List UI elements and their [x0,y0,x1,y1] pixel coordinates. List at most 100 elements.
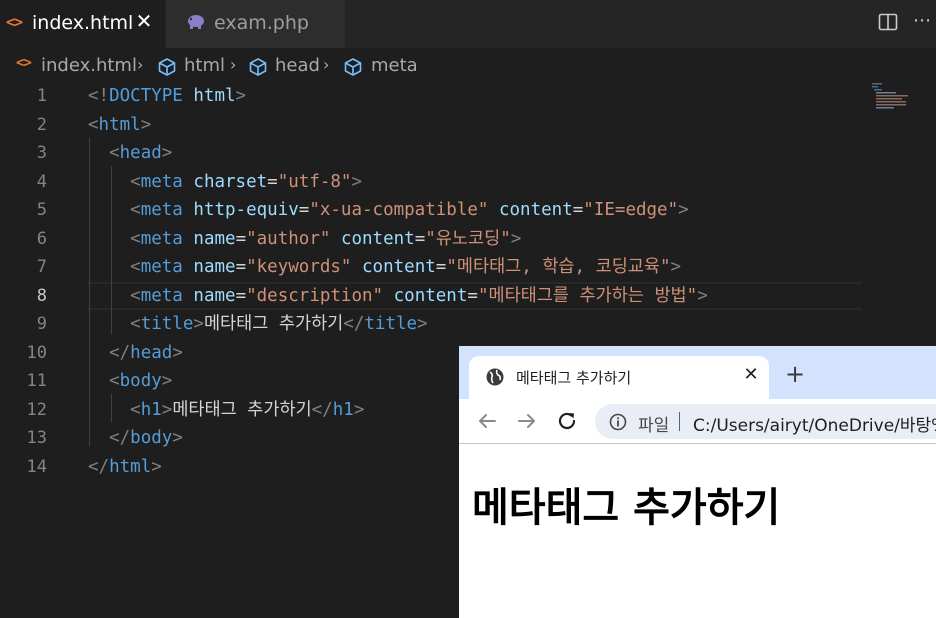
globe-icon [486,368,504,386]
line-number: 6 [36,228,47,249]
line-number: 8 [36,285,47,306]
browser-tab-strip: 메타태그 추가하기 ✕ + [459,346,936,399]
browser-tab-title: 메타태그 추가하기 [516,369,632,387]
info-icon[interactable] [608,412,628,432]
code-token: > [193,314,204,334]
breadcrumb-item-html[interactable]: html [184,55,225,76]
code-token: > [417,314,428,334]
code-text: <h1>메타태그 추가하기</h1> [88,396,364,424]
address-url[interactable]: C:/Users/airyt/OneDrive/바탕% [693,411,936,436]
code-line[interactable]: 6 <meta name="author" content="유노코딩"> [0,225,862,253]
code-token: > [161,143,173,163]
browser-window: 메타태그 추가하기 ✕ + 파일 C:/Users/airyt/OneDrive… [459,346,936,618]
code-token: < [130,285,141,306]
code-token: </ [343,314,365,334]
code-token: > [151,456,162,477]
code-text: </body> [88,424,183,452]
code-token: = [235,228,247,249]
code-token: html [193,86,236,106]
breadcrumb-file[interactable]: index.html [41,55,137,76]
code-token: < [109,371,120,391]
code-token: < [130,228,141,249]
address-divider [679,412,680,431]
code-token: 메타태그 추가하기 [172,399,312,420]
breadcrumb-item-meta[interactable]: meta [371,55,418,76]
code-line[interactable]: 1 <!DOCTYPE html> [0,82,862,110]
back-arrow-icon[interactable] [476,410,498,432]
code-token: "author" [246,228,331,249]
code-token: content [498,200,573,220]
breadcrumb-item-head[interactable]: head [275,55,320,76]
code-token: > [697,285,708,306]
close-icon[interactable]: ✕ [134,10,154,32]
code-token: </ [311,399,333,420]
line-number: 11 [26,371,47,391]
line-number: 1 [36,86,47,106]
line-number: 10 [26,342,47,363]
forward-arrow-icon[interactable] [516,410,538,432]
code-token: > [161,399,173,420]
code-token: head [130,342,173,363]
code-token: < [130,257,141,277]
code-token: > [670,257,682,277]
reload-icon[interactable] [556,410,578,432]
code-token: > [678,200,689,220]
code-token: = [298,200,310,220]
code-text: </html> [88,453,162,481]
code-text: <html> [88,111,151,139]
code-token: meta [140,200,183,220]
code-token: </ [109,428,131,448]
code-token: "메타태그, 학습, 코딩교육" [446,257,671,277]
line-number: 13 [26,428,47,448]
line-number: 7 [36,257,47,277]
code-text: <head> [88,139,172,167]
minimap[interactable] [870,82,910,112]
code-token: "utf-8" [277,171,352,192]
code-line[interactable]: 9 <title>메타태그 추가하기</title> [0,310,862,338]
code-text: </head> [88,339,183,367]
code-line[interactable]: 7 <meta name="keywords" content="메타태그, 학… [0,253,862,281]
code-token: > [235,86,247,106]
code-token: meta [140,171,183,192]
code-token: charset [193,171,268,192]
code-token: meta [140,228,183,249]
code-token: html [109,456,152,477]
code-token: = [235,285,247,306]
code-line[interactable]: 8 <meta name="description" content="메타태그… [0,282,862,310]
breadcrumb: <> index.html › html › head › meta [0,50,936,82]
code-token: < [130,314,141,334]
code-token: = [235,257,247,277]
code-text: <meta http-equiv="x-ua-compatible" conte… [88,196,689,224]
code-token: > [140,114,152,135]
tab-label: index.html [32,12,134,34]
line-number: 3 [36,143,47,163]
new-tab-button[interactable]: + [785,362,805,386]
code-token: 메타태그 추가하기 [203,314,344,334]
tab-index-html[interactable]: <> index.html ✕ [0,0,165,48]
code-token: < [130,171,141,192]
code-token: </ [88,456,110,477]
code-line[interactable]: 4 <meta charset="utf-8"> [0,168,862,196]
split-editor-icon[interactable] [878,12,898,32]
code-line[interactable]: 5 <meta http-equiv="x-ua-compatible" con… [0,196,862,224]
code-line[interactable]: 2 <html> [0,111,862,139]
line-number: 14 [26,456,47,477]
line-number: 12 [26,399,47,420]
tab-exam-php[interactable]: exam.php [166,0,345,48]
code-token: meta [140,257,183,277]
code-line[interactable]: 3 <head> [0,139,862,167]
address-bar[interactable]: 파일 C:/Users/airyt/OneDrive/바탕% [595,404,936,439]
code-token: "x-ua-compatible" [309,200,489,220]
more-actions-icon[interactable]: ⋯ [913,10,932,31]
browser-viewport: 메타태그 추가하기 [459,445,936,618]
close-icon[interactable]: ✕ [741,365,761,385]
html-file-icon: <> [16,55,32,71]
browser-tab[interactable]: 메타태그 추가하기 ✕ [469,356,769,399]
